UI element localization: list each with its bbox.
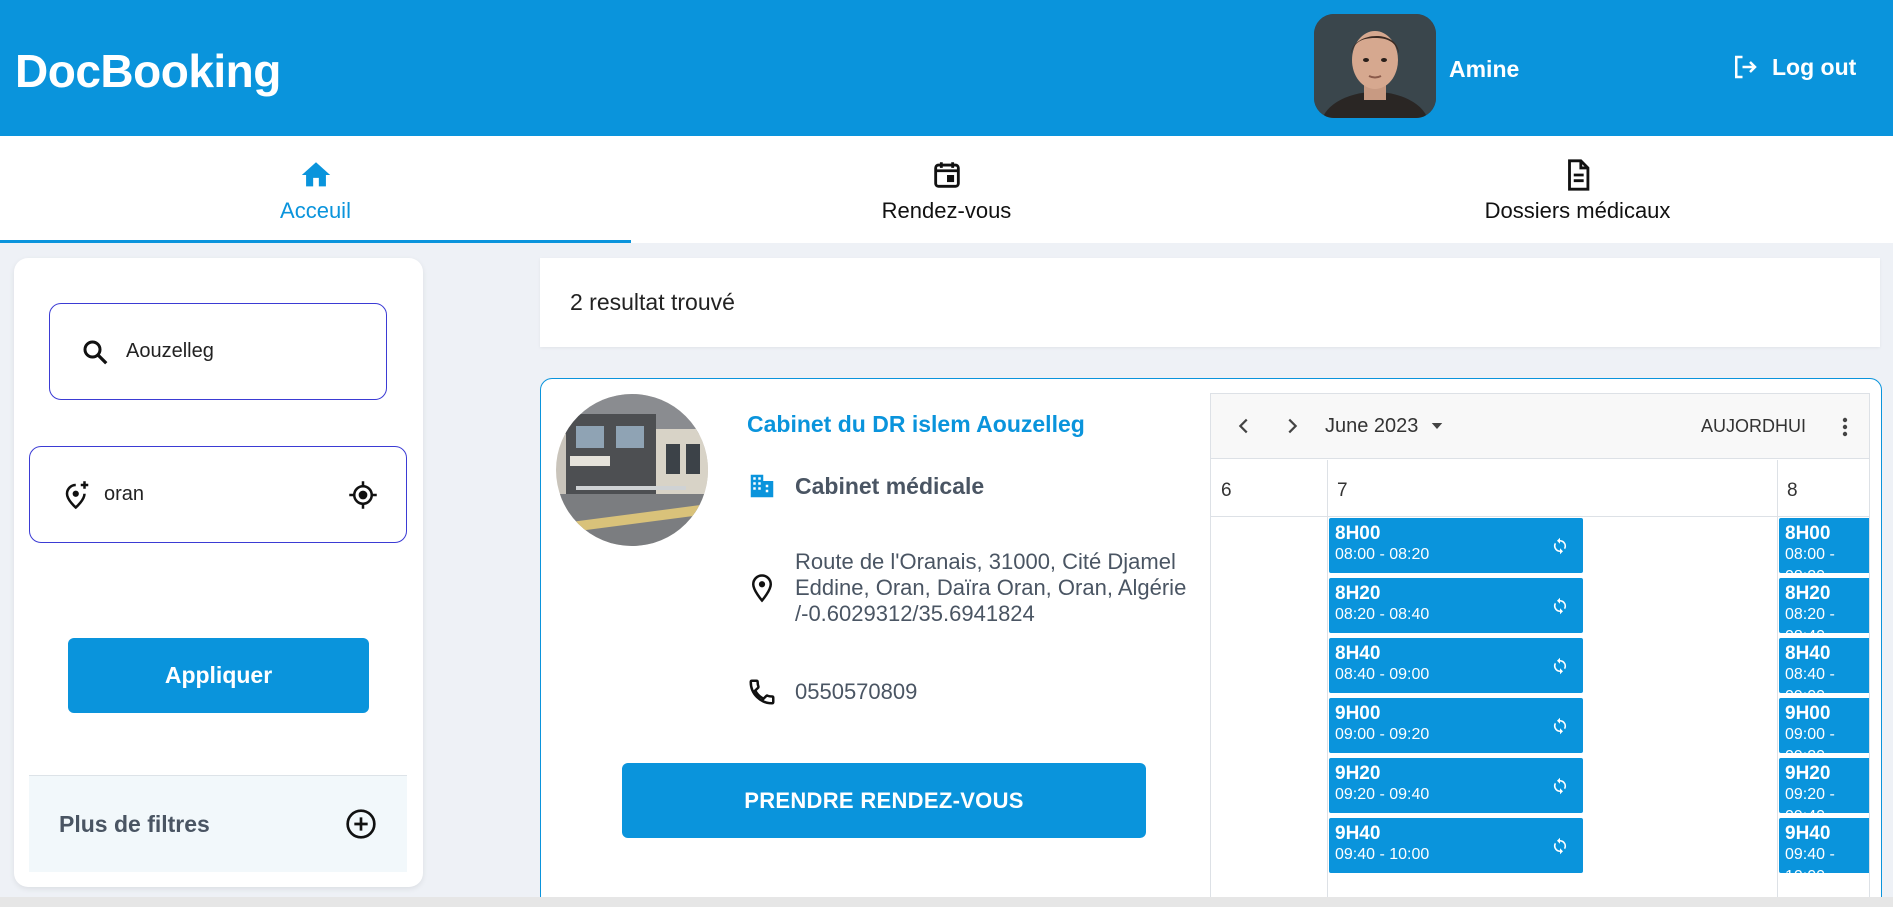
day-divider xyxy=(1777,460,1778,907)
clinic-building-image xyxy=(556,394,708,546)
result-count: 2 resultat trouvé xyxy=(540,258,1880,347)
sync-icon xyxy=(1553,657,1567,675)
slot-time-range: 08:00 - 08:20 xyxy=(1335,546,1430,563)
add-location-icon xyxy=(65,480,89,509)
slot-title: 8H40 xyxy=(1335,643,1381,664)
user-avatar[interactable] xyxy=(1314,14,1436,118)
next-week-button[interactable] xyxy=(1277,411,1307,441)
search-value: Aouzelleg xyxy=(126,340,214,362)
document-icon xyxy=(1567,159,1589,191)
time-slot[interactable]: 9H00 09:00 - 09:20 xyxy=(1329,698,1583,753)
time-slot[interactable]: 8H40 08:40 - 09:00 xyxy=(1329,638,1583,693)
clinic-type: Cabinet médicale xyxy=(795,472,985,499)
sync-icon xyxy=(1553,597,1567,615)
slot-title: 9H20 xyxy=(1335,763,1381,784)
phone-icon xyxy=(749,679,775,705)
clinic-phone: 0550570809 xyxy=(795,679,918,704)
calendar-icon xyxy=(933,162,960,188)
sync-icon xyxy=(1553,837,1567,855)
app-header: DocBooking Amine Log out xyxy=(0,0,1893,136)
chevron-left-icon xyxy=(1238,418,1248,434)
apply-button[interactable]: Appliquer xyxy=(68,638,369,713)
slot-title: 9H40 xyxy=(1785,823,1831,844)
tab-label: Dossiers médicaux xyxy=(1484,198,1671,223)
slot-title: 8H00 xyxy=(1785,523,1831,544)
prev-week-button[interactable] xyxy=(1229,411,1259,441)
slot-title: 9H20 xyxy=(1785,763,1831,784)
home-icon xyxy=(301,162,330,187)
time-slot[interactable]: 9H00 09:00 - 09:20 xyxy=(1779,698,1869,765)
more-filters-label: Plus de filtres xyxy=(59,810,210,837)
slot-title: 9H00 xyxy=(1335,703,1381,724)
today-button[interactable]: AUJORDHUI xyxy=(1701,416,1806,437)
caret-down-icon xyxy=(1432,423,1443,429)
sync-icon xyxy=(1553,717,1567,735)
day-header: 7 xyxy=(1327,460,1777,517)
slot-time-range: 09:00 - 09:20 xyxy=(1335,726,1430,743)
chevron-right-icon xyxy=(1288,418,1298,434)
clinic-type-row: Cabinet médicale xyxy=(747,471,984,501)
more-vertical-icon xyxy=(1842,417,1848,437)
clinic-name[interactable]: Cabinet du DR islem Aouzelleg xyxy=(747,411,1085,438)
slot-time-range: 09:20 - 09:40 xyxy=(1335,786,1430,803)
clinic-address: Route de l'Oranais, 31000, Cité Djamel E… xyxy=(795,549,1187,626)
my-location-icon[interactable] xyxy=(348,480,378,510)
add-circle-icon xyxy=(346,809,376,839)
month-label: June 2023 xyxy=(1325,414,1419,437)
day-divider xyxy=(1327,460,1328,907)
day-header: 6 xyxy=(1211,460,1327,517)
tab-label: Rendez-vous xyxy=(881,198,1012,223)
day-header: 8 xyxy=(1777,460,1869,517)
slot-time-range: 09:40 - 10:00 xyxy=(1335,846,1430,863)
slot-title: 8H20 xyxy=(1335,583,1381,604)
location-pin-icon xyxy=(751,574,773,603)
time-slot[interactable]: 8H20 08:20 - 08:40 xyxy=(1329,578,1583,633)
more-filters-toggle[interactable]: Plus de filtres xyxy=(29,775,407,872)
search-icon xyxy=(83,340,108,364)
book-appointment-button[interactable]: PRENDRE RENDEZ-VOUS xyxy=(622,763,1146,838)
time-slot[interactable]: 9H20 09:20 - 09:40 xyxy=(1779,758,1869,825)
slot-title: 8H20 xyxy=(1785,583,1831,604)
tab-dossiers-medicaux[interactable]: Dossiers médicaux xyxy=(1262,136,1893,243)
brand-logo[interactable]: DocBooking xyxy=(15,44,281,98)
search-input[interactable]: Aouzelleg xyxy=(49,303,387,400)
availability-calendar: June 2023 AUJORDHUI 6 7 8 8H00 08:00 - 08… xyxy=(1210,393,1870,907)
avatar-portrait xyxy=(1314,14,1436,118)
location-value: oran xyxy=(104,483,145,505)
slot-time-range: 09:40 - 10:00 xyxy=(1785,846,1835,885)
tab-rendez-vous[interactable]: Rendez-vous xyxy=(631,136,1262,243)
logout-button[interactable]: Log out xyxy=(1730,52,1856,82)
main-tabs: Acceuil Rendez-vous Dossiers médicaux xyxy=(0,136,1893,243)
clinic-phone-row: 0550570809 xyxy=(747,677,917,707)
month-selector[interactable]: June 2023 xyxy=(1325,415,1446,438)
time-slot[interactable]: 9H40 09:40 - 10:00 xyxy=(1779,818,1869,885)
user-name[interactable]: Amine xyxy=(1449,56,1519,83)
tab-label: Acceuil xyxy=(280,198,351,223)
time-slot[interactable]: 8H20 08:20 - 08:40 xyxy=(1779,578,1869,645)
clinic-address-row: Route de l'Oranais, 31000, Cité Djamel E… xyxy=(747,549,1197,627)
slot-time-range: 08:20 - 08:40 xyxy=(1335,606,1430,623)
time-slot[interactable]: 8H40 08:40 - 09:00 xyxy=(1779,638,1869,705)
slot-title: 8H40 xyxy=(1785,643,1831,664)
sync-icon xyxy=(1553,537,1567,555)
slot-title: 8H00 xyxy=(1335,523,1381,544)
location-input[interactable]: oran xyxy=(29,446,407,543)
building-icon xyxy=(750,474,774,498)
time-slot[interactable]: 9H20 09:20 - 09:40 xyxy=(1329,758,1583,813)
horizontal-scrollbar[interactable] xyxy=(0,897,1893,907)
logout-label: Log out xyxy=(1772,53,1857,80)
clinic-card: Cabinet du DR islem Aouzelleg Cabinet mé… xyxy=(540,378,1882,907)
filter-panel: Aouzelleg oran Appliquer Plus de filtres xyxy=(14,258,423,887)
time-slot[interactable]: 9H40 09:40 - 10:00 xyxy=(1329,818,1583,873)
slot-time-range: 08:40 - 09:00 xyxy=(1335,666,1430,683)
sync-icon xyxy=(1553,777,1567,795)
slot-title: 9H00 xyxy=(1785,703,1831,724)
tab-acceuil[interactable]: Acceuil xyxy=(0,136,631,243)
time-slot[interactable]: 8H00 08:00 - 08:20 xyxy=(1779,518,1869,585)
logout-icon xyxy=(1735,55,1757,79)
calendar-menu-button[interactable] xyxy=(1831,412,1859,442)
time-slot[interactable]: 8H00 08:00 - 08:20 xyxy=(1329,518,1583,573)
clinic-photo xyxy=(556,394,708,546)
slot-title: 9H40 xyxy=(1335,823,1381,844)
